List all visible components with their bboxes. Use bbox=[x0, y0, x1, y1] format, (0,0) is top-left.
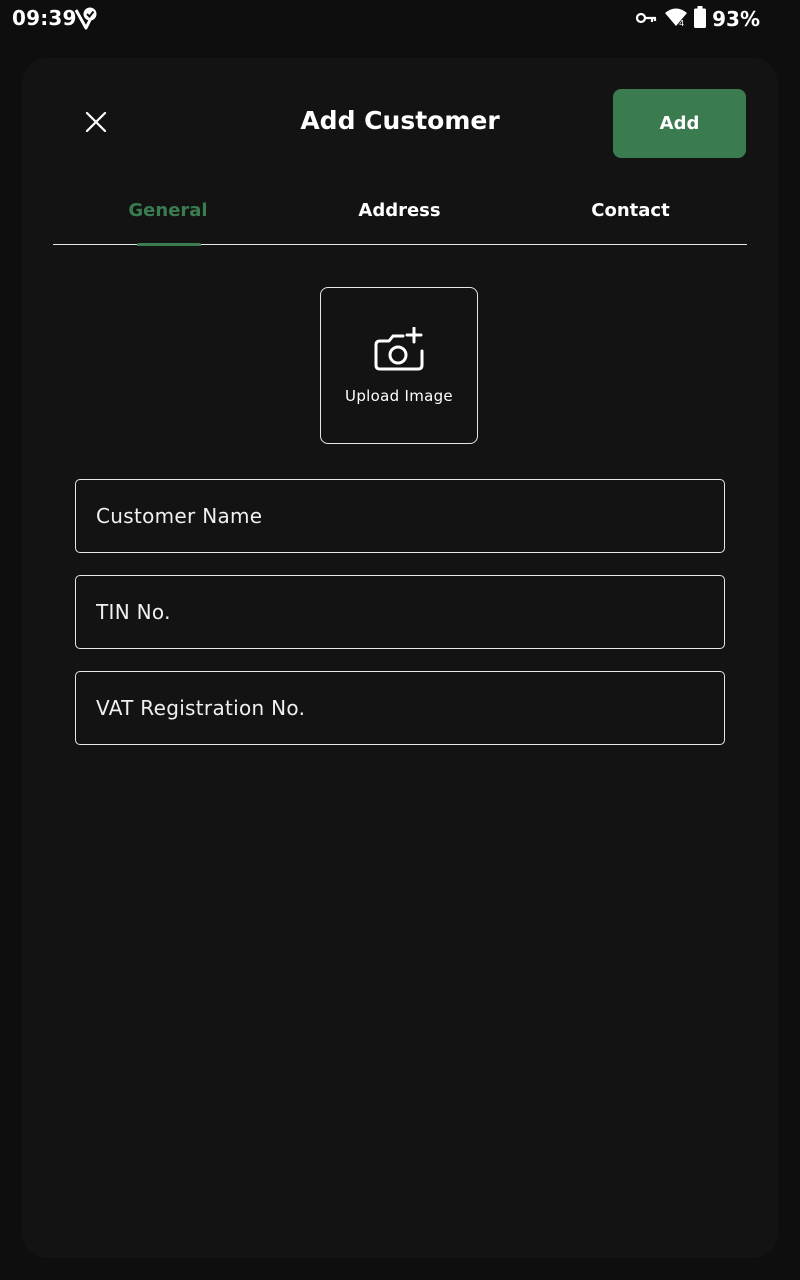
tab-general[interactable]: General bbox=[75, 200, 261, 221]
status-bar: 09:39 4 93% bbox=[0, 0, 800, 38]
close-icon bbox=[85, 111, 107, 137]
status-right-group: 4 93% bbox=[636, 6, 760, 32]
add-button[interactable]: Add bbox=[613, 89, 746, 158]
vpn-key-icon bbox=[636, 10, 658, 29]
status-time: 09:39 bbox=[12, 6, 77, 30]
close-button[interactable] bbox=[76, 104, 116, 144]
tab-bar: General Address Contact bbox=[53, 188, 747, 246]
add-customer-sheet: Add Customer Add General Address Contact… bbox=[22, 58, 778, 1258]
tin-input[interactable] bbox=[75, 575, 725, 649]
svg-text:4: 4 bbox=[679, 19, 684, 27]
wifi-icon: 4 bbox=[664, 7, 688, 31]
customer-name-input[interactable] bbox=[75, 479, 725, 553]
app-notification-icon bbox=[73, 6, 99, 32]
upload-image-label: Upload Image bbox=[345, 386, 453, 405]
tab-contact[interactable]: Contact bbox=[515, 200, 746, 221]
battery-percentage: 93% bbox=[712, 7, 760, 31]
sheet-header: Add Customer Add bbox=[22, 58, 778, 188]
battery-icon bbox=[694, 6, 707, 32]
camera-add-icon bbox=[373, 326, 425, 377]
vat-registration-input[interactable] bbox=[75, 671, 725, 745]
tab-address[interactable]: Address bbox=[284, 200, 515, 221]
active-tab-indicator bbox=[137, 243, 201, 246]
upload-image-button[interactable]: Upload Image bbox=[320, 287, 478, 444]
